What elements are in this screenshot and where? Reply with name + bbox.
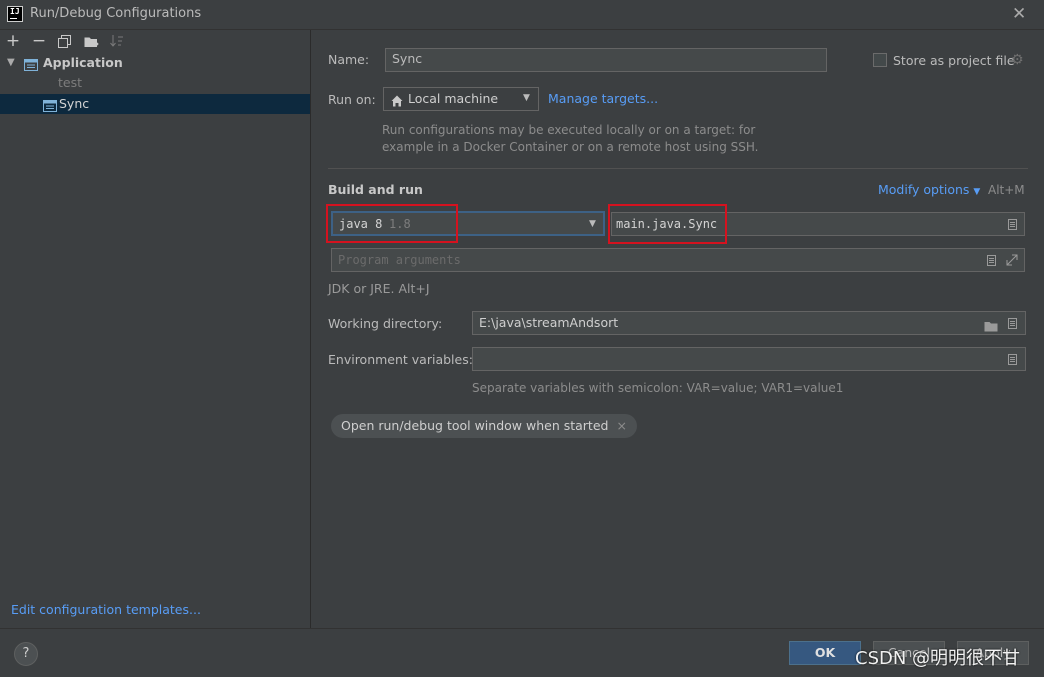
store-as-project-checkbox[interactable] (873, 53, 887, 67)
window-title: Run/Debug Configurations (30, 6, 202, 21)
program-arguments-input[interactable]: Program arguments (331, 248, 1025, 272)
browse-icon[interactable] (987, 255, 996, 266)
edit-templates-link[interactable]: Edit configuration templates... (11, 602, 201, 617)
build-and-run-title: Build and run (328, 182, 423, 197)
run-on-dropdown[interactable]: Local machine ▼ (383, 87, 539, 111)
run-on-label: Run on: (328, 92, 376, 107)
tree-group-label: Application (43, 55, 123, 70)
store-as-project-label: Store as project file (893, 53, 1015, 68)
help-button[interactable]: ? (14, 642, 38, 666)
tree-item-sync[interactable]: Sync (0, 94, 310, 114)
browse-icon[interactable] (1008, 318, 1017, 329)
tree-item-test[interactable]: test (0, 73, 310, 93)
name-label: Name: (328, 52, 370, 67)
browse-icon[interactable] (1008, 354, 1017, 365)
title-bar: IJ Run/Debug Configurations ✕ (0, 0, 1044, 30)
run-on-hint-line-1: Run configurations may be executed local… (382, 123, 756, 137)
add-icon[interactable]: + (5, 33, 21, 50)
intellij-app-icon: IJ (7, 6, 23, 22)
modify-options-shortcut: Alt+M (988, 183, 1025, 197)
application-icon (43, 98, 57, 112)
folder-icon[interactable] (984, 318, 998, 332)
app-icon-text: IJ (10, 7, 20, 16)
sort-icon[interactable] (110, 34, 124, 48)
working-directory-label: Working directory: (328, 316, 443, 331)
separator (328, 168, 1028, 169)
tree-group-application[interactable]: ▼ Application (0, 53, 310, 73)
run-on-hint-line-2: example in a Docker Container or on a re… (382, 140, 759, 154)
environment-variables-label: Environment variables: (328, 352, 473, 367)
tree-item-label: Sync (59, 96, 90, 111)
jdk-hint: JDK or JRE. Alt+J (328, 281, 430, 296)
environment-variables-input[interactable] (472, 347, 1026, 371)
working-directory-value: E:\java\streamAndsort (479, 315, 619, 330)
working-directory-input[interactable]: E:\java\streamAndsort (472, 311, 1026, 335)
gear-icon[interactable]: ⚙ (1011, 53, 1024, 67)
chevron-down-icon: ▼ (523, 93, 530, 103)
tree-item-label: test (58, 75, 83, 90)
modify-options-label: Modify options (878, 182, 970, 197)
configurations-sidebar (0, 30, 311, 628)
option-chip-label: Open run/debug tool window when started (341, 418, 609, 433)
highlight-box-main-class (608, 204, 727, 244)
chevron-down-icon[interactable]: ▼ (7, 53, 15, 73)
remove-icon[interactable]: − (31, 33, 47, 50)
browse-icon[interactable] (1008, 219, 1017, 230)
program-arguments-placeholder: Program arguments (338, 253, 461, 267)
option-chip-open-tool-window[interactable]: Open run/debug tool window when started … (331, 414, 637, 438)
modify-options-link[interactable]: Modify options ▼ (878, 182, 980, 197)
ok-button[interactable]: OK (789, 641, 861, 665)
highlight-box-jdk (326, 204, 458, 243)
expand-icon[interactable] (1006, 252, 1018, 266)
chevron-down-icon: ▼ (973, 187, 981, 197)
name-input[interactable]: Sync (385, 48, 827, 72)
move-to-folder-icon[interactable] (84, 35, 100, 48)
home-icon (391, 93, 403, 107)
manage-targets-link[interactable]: Manage targets... (548, 91, 658, 106)
csdn-watermark: CSDN @明明很不甘 (855, 648, 1021, 669)
close-icon[interactable]: × (616, 418, 626, 433)
environment-variables-hint: Separate variables with semicolon: VAR=v… (472, 381, 844, 395)
close-icon[interactable]: ✕ (1012, 4, 1026, 24)
chevron-down-icon: ▼ (589, 219, 596, 229)
application-icon (24, 57, 38, 71)
copy-icon[interactable] (58, 35, 71, 48)
run-on-value: Local machine (408, 91, 499, 106)
